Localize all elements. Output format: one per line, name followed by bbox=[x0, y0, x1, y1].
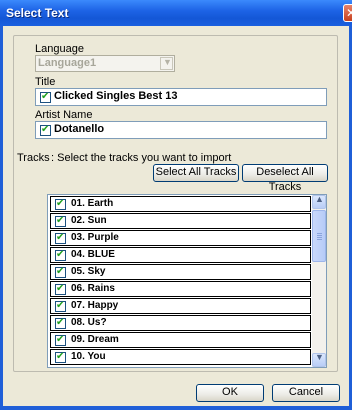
thumb-grip bbox=[317, 235, 322, 236]
tracks-instruction: : Select the tracks you want to import bbox=[51, 152, 232, 164]
artist-field[interactable]: ✔ Dotanello bbox=[35, 121, 327, 139]
track-checkbox[interactable]: ✔ bbox=[55, 283, 66, 295]
tracks-label: Tracks bbox=[17, 152, 50, 164]
checkmark-icon: ✔ bbox=[56, 266, 65, 277]
chevron-down-icon: ▼ bbox=[163, 57, 172, 67]
language-label: Language bbox=[35, 43, 84, 55]
track-checkbox[interactable]: ✔ bbox=[55, 232, 66, 244]
track-label: 02. Sun bbox=[71, 215, 107, 226]
checkmark-icon: ✔ bbox=[41, 124, 50, 135]
scroll-thumb[interactable] bbox=[312, 210, 326, 262]
track-list-scrollbar[interactable]: ▲ ▼ bbox=[312, 195, 326, 367]
language-dropdown-button[interactable]: ▼ bbox=[160, 57, 173, 70]
track-row[interactable]: ✔ 03. Purple bbox=[50, 230, 311, 246]
track-row[interactable]: ✔ 04. BLUE bbox=[50, 247, 311, 263]
track-checkbox[interactable]: ✔ bbox=[55, 300, 66, 312]
title-field[interactable]: ✔ Clicked Singles Best 13 bbox=[35, 88, 327, 106]
artist-value: Dotanello bbox=[54, 123, 105, 135]
cancel-button[interactable]: Cancel bbox=[272, 384, 340, 402]
track-label: 09. Dream bbox=[71, 334, 119, 345]
dialog-body: Language Language1 ▼ Title ✔ Clicked Sin… bbox=[3, 26, 349, 406]
artist-label: Artist Name bbox=[35, 109, 93, 121]
track-label: 03. Purple bbox=[71, 232, 119, 243]
checkmark-icon: ✔ bbox=[41, 91, 50, 102]
checkmark-icon: ✔ bbox=[56, 334, 65, 345]
artist-checkbox[interactable]: ✔ bbox=[40, 124, 51, 136]
chevron-up-icon: ▲ bbox=[315, 194, 324, 204]
checkmark-icon: ✔ bbox=[56, 198, 65, 209]
window-title: Select Text bbox=[6, 6, 69, 20]
track-label: 07. Happy bbox=[71, 300, 119, 311]
ok-button[interactable]: OK bbox=[196, 384, 264, 402]
checkmark-icon: ✔ bbox=[56, 351, 65, 362]
checkmark-icon: ✔ bbox=[56, 249, 65, 260]
thumb-grip bbox=[317, 239, 322, 240]
track-checkbox[interactable]: ✔ bbox=[55, 317, 66, 329]
track-checkbox[interactable]: ✔ bbox=[55, 266, 66, 278]
track-checkbox[interactable]: ✔ bbox=[55, 249, 66, 261]
close-icon: ✕ bbox=[346, 6, 352, 20]
track-row[interactable]: ✔ 07. Happy bbox=[50, 298, 311, 314]
track-row[interactable]: ✔ 06. Rains bbox=[50, 281, 311, 297]
track-label: 10. You bbox=[71, 351, 106, 362]
checkmark-icon: ✔ bbox=[56, 300, 65, 311]
select-all-tracks-button[interactable]: Select All Tracks bbox=[153, 164, 239, 182]
track-label: 01. Earth bbox=[71, 198, 114, 209]
track-checkbox[interactable]: ✔ bbox=[55, 198, 66, 210]
title-value: Clicked Singles Best 13 bbox=[54, 90, 178, 102]
track-label: 05. Sky bbox=[71, 266, 106, 277]
track-row[interactable]: ✔ 08. Us? bbox=[50, 315, 311, 331]
track-checkbox[interactable]: ✔ bbox=[55, 351, 66, 363]
title-label: Title bbox=[35, 76, 56, 88]
checkmark-icon: ✔ bbox=[56, 232, 65, 243]
track-label: 08. Us? bbox=[71, 317, 107, 328]
thumb-grip bbox=[317, 233, 322, 234]
track-label: 04. BLUE bbox=[71, 249, 115, 260]
track-list[interactable]: ✔ 01. Earth ✔ 02. Sun ✔ 03. Purple ✔ 04.… bbox=[47, 194, 327, 368]
language-value: Language1 bbox=[38, 57, 97, 69]
checkmark-icon: ✔ bbox=[56, 317, 65, 328]
track-checkbox[interactable]: ✔ bbox=[55, 215, 66, 227]
title-bar[interactable]: Select Text ✕ bbox=[0, 0, 352, 26]
thumb-grip bbox=[317, 237, 322, 238]
close-button[interactable]: ✕ bbox=[343, 4, 352, 22]
scroll-down-button[interactable]: ▼ bbox=[312, 352, 326, 367]
track-row[interactable]: ✔ 10. You bbox=[50, 349, 311, 365]
track-row[interactable]: ✔ 05. Sky bbox=[50, 264, 311, 280]
language-select[interactable]: Language1 ▼ bbox=[35, 55, 175, 72]
track-row[interactable]: ✔ 02. Sun bbox=[50, 213, 311, 229]
track-checkbox[interactable]: ✔ bbox=[55, 334, 66, 346]
track-row[interactable]: ✔ 09. Dream bbox=[50, 332, 311, 348]
track-row[interactable]: ✔ 01. Earth bbox=[50, 196, 311, 212]
track-label: 06. Rains bbox=[71, 283, 115, 294]
checkmark-icon: ✔ bbox=[56, 283, 65, 294]
chevron-down-icon: ▼ bbox=[315, 352, 324, 362]
title-checkbox[interactable]: ✔ bbox=[40, 91, 51, 103]
checkmark-icon: ✔ bbox=[56, 215, 65, 226]
scroll-up-button[interactable]: ▲ bbox=[312, 195, 326, 209]
deselect-all-tracks-button[interactable]: Deselect All Tracks bbox=[242, 164, 328, 193]
select-text-dialog: Select Text ✕ Language Language1 ▼ Title… bbox=[0, 0, 352, 410]
